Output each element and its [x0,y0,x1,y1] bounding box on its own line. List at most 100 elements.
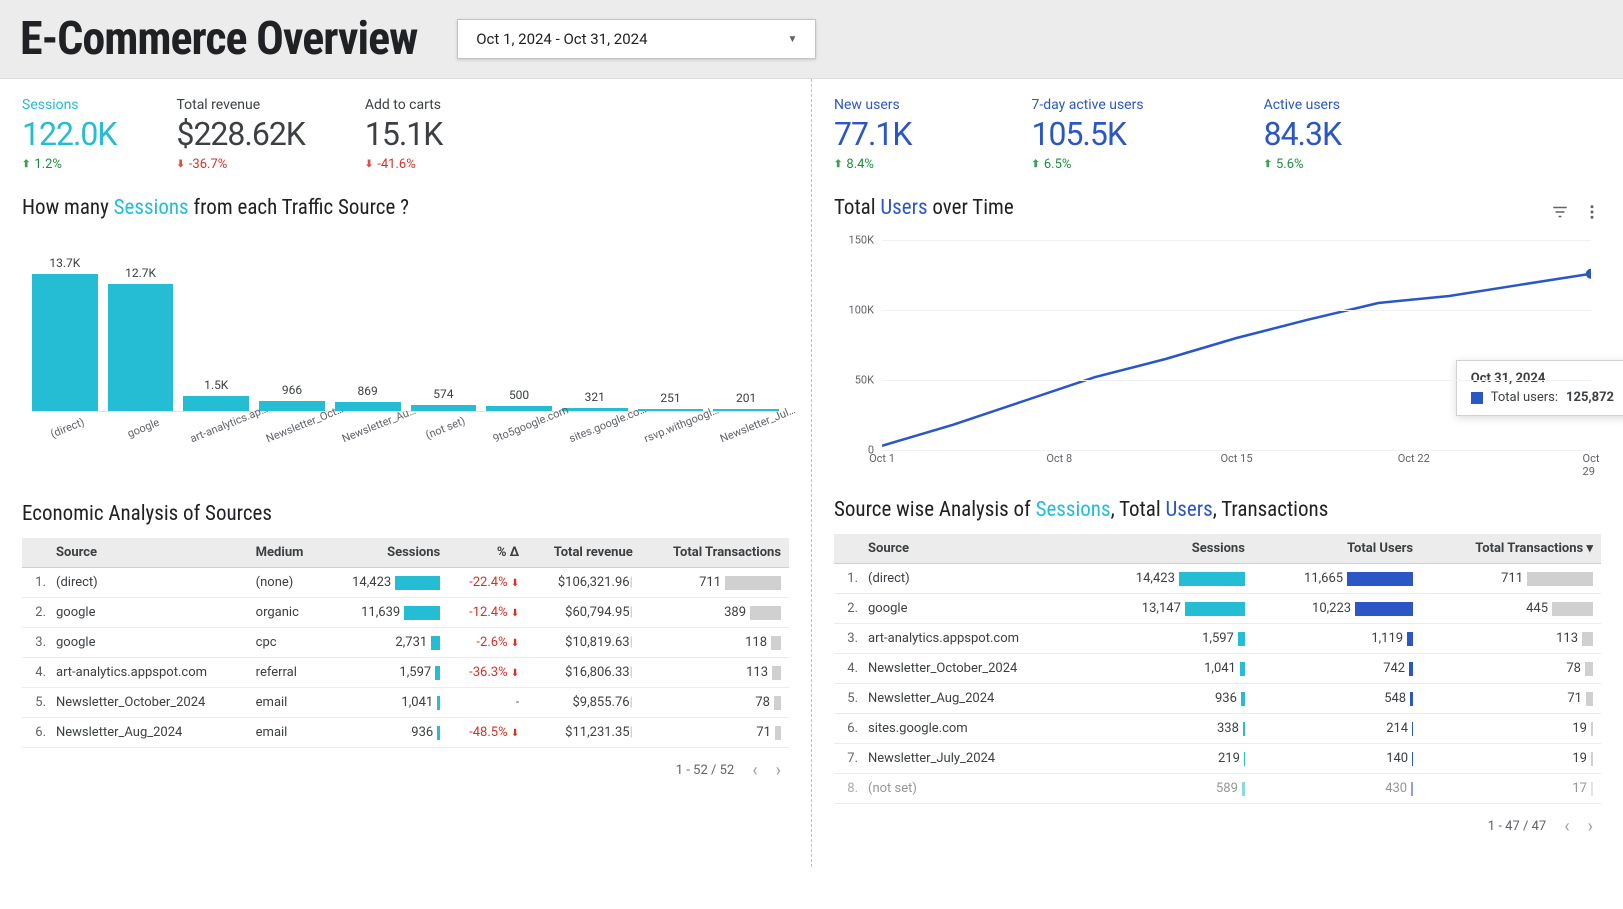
table-row[interactable]: 1. (direct) (none) 14,423 -22.4% ⬇ $106,… [22,568,789,598]
bar-value-label: 321 [585,390,605,404]
y-tick: 50K [855,374,874,387]
column-header[interactable]: Total Transactions [641,538,789,568]
bar-value-label: 869 [358,384,378,398]
sessions-cell: 1,041 [1085,654,1253,684]
source-cell: google [48,598,248,628]
delta-cell: - [448,688,527,718]
users-line-chart[interactable]: 050K100K150K Oct 1Oct 8Oct 15Oct 22Oct 2… [834,240,1601,480]
source-cell: art-analytics.appspot.com [48,658,248,688]
sessions-cell: 2,731 [324,628,448,658]
bar[interactable]: 201 [713,409,779,411]
bar[interactable]: 966 [259,401,325,411]
sessions-cell: 1,041 [324,688,448,718]
table-row[interactable]: 2. google organic 11,639 -12.4% ⬇ $60,79… [22,598,789,628]
sessions-cell: 936 [324,718,448,748]
source-table: SourceSessionsTotal UsersTotal Transacti… [834,534,1601,804]
series-swatch [1471,392,1483,404]
column-header[interactable] [22,538,48,568]
scorecard[interactable]: Total revenue $228.62K ⬇-36.7% [176,97,304,172]
scorecard[interactable]: Sessions 122.0K ⬆1.2% [22,97,116,172]
scorecard[interactable]: Add to carts 15.1K ⬇-41.6% [365,97,442,172]
source-table-pager: 1 - 47 / 47 ‹ › [834,804,1601,849]
users-cell: 742 [1253,654,1421,684]
bar[interactable]: 574 [411,405,477,411]
column-header[interactable]: Source [860,534,1085,564]
medium-cell: email [248,718,324,748]
bar-category-label: sites.google.co… [567,411,628,446]
table-row[interactable]: 6. Newsletter_Aug_2024 email 936 -48.5% … [22,718,789,748]
column-header[interactable]: Total revenue [527,538,641,568]
bar-category-label: Newsletter_Oct… [264,411,325,446]
table-row[interactable]: 4. art-analytics.appspot.com referral 1,… [22,658,789,688]
source-cell: Newsletter_Aug_2024 [48,718,248,748]
bar[interactable]: 1.5K [183,396,249,411]
scorecard[interactable]: New users 77.1K ⬆8.4% [834,97,911,172]
source-cell: (not set) [860,774,1085,804]
x-tick: Oct 22 [1398,452,1430,465]
prev-page-icon[interactable]: ‹ [752,760,757,781]
table-row[interactable]: 6. sites.google.com 338 214 19 [834,714,1601,744]
sessions-cell: 338 [1085,714,1253,744]
left-panel: Sessions 122.0K ⬆1.2% Total revenue $228… [0,79,811,867]
next-page-icon[interactable]: › [776,760,781,781]
column-header[interactable]: Total Users [1253,534,1421,564]
y-tick: 150K [849,234,874,247]
bar[interactable]: 321 [562,408,628,411]
table-row[interactable]: 4. Newsletter_October_2024 1,041 742 78 [834,654,1601,684]
arrow-up-icon: ⬆ [1264,159,1272,170]
bar[interactable]: 13.7K [32,274,98,411]
table-row[interactable]: 3. art-analytics.appspot.com 1,597 1,119… [834,624,1601,654]
scorecard-value: 122.0K [22,115,116,153]
source-cell: Newsletter_July_2024 [860,744,1085,774]
delta-cell: -22.4% ⬇ [448,568,527,598]
more-icon[interactable] [1583,203,1601,226]
bar-category-label: (direct) [37,411,98,446]
column-header[interactable]: % Δ [448,538,527,568]
bar[interactable]: 869 [335,402,401,411]
medium-cell: email [248,688,324,718]
delta-cell: -48.5% ⬇ [448,718,527,748]
column-header[interactable]: Source [48,538,248,568]
scorecard-change: ⬆5.6% [1264,157,1341,172]
bar[interactable]: 500 [486,406,552,411]
scorecard-change: ⬆8.4% [834,157,911,172]
transactions-cell: 118 [641,628,789,658]
right-panel: New users 77.1K ⬆8.4% 7-day active users… [811,79,1623,867]
bar[interactable]: 251 [638,409,704,412]
column-header[interactable]: Total Transactions ▾ [1421,534,1601,564]
column-header[interactable]: Medium [248,538,324,568]
transactions-cell: 711 [641,568,789,598]
next-page-icon[interactable]: › [1588,816,1593,837]
medium-cell: organic [248,598,324,628]
scorecards-left: Sessions 122.0K ⬆1.2% Total revenue $228… [22,97,789,172]
revenue-cell: $11,231.35| [527,718,641,748]
date-range-picker[interactable]: Oct 1, 2024 - Oct 31, 2024 ▼ [457,19,816,59]
table-row[interactable]: 5. Newsletter_October_2024 email 1,041 -… [22,688,789,718]
column-header[interactable] [834,534,860,564]
table-row[interactable]: 2. google 13,147 10,223 445 [834,594,1601,624]
arrow-down-icon: ⬇ [365,159,373,170]
sessions-bar-chart[interactable]: 13.7K12.7K 1.5K 966 869 574 500 321 251 201 (dir… [22,232,789,492]
bar[interactable]: 12.7K [108,284,174,411]
filter-icon[interactable] [1551,203,1569,226]
prev-page-icon[interactable]: ‹ [1564,816,1569,837]
column-header[interactable]: Sessions [324,538,448,568]
table-row[interactable]: 1. (direct) 14,423 11,665 711 [834,564,1601,594]
table-row[interactable]: 8. (not set) 589 430 17 [834,774,1601,804]
bar-value-label: 201 [736,391,756,405]
scorecard[interactable]: Active users 84.3K ⬆5.6% [1264,97,1341,172]
scorecard[interactable]: 7-day active users 105.5K ⬆6.5% [1031,97,1143,172]
transactions-cell: 445 [1421,594,1601,624]
gridline [882,450,1591,451]
revenue-cell: $16,806.33| [527,658,641,688]
source-cell: (direct) [860,564,1085,594]
gridline [882,310,1591,311]
table-row[interactable]: 7. Newsletter_July_2024 219 140 19 [834,744,1601,774]
scorecard-value: $228.62K [176,115,304,153]
column-header[interactable]: Sessions [1085,534,1253,564]
table-row[interactable]: 5. Newsletter_Aug_2024 936 548 71 [834,684,1601,714]
users-cell: 430 [1253,774,1421,804]
medium-cell: referral [248,658,324,688]
table-row[interactable]: 3. google cpc 2,731 -2.6% ⬇ $10,819.63| … [22,628,789,658]
revenue-cell: $106,321.96| [527,568,641,598]
